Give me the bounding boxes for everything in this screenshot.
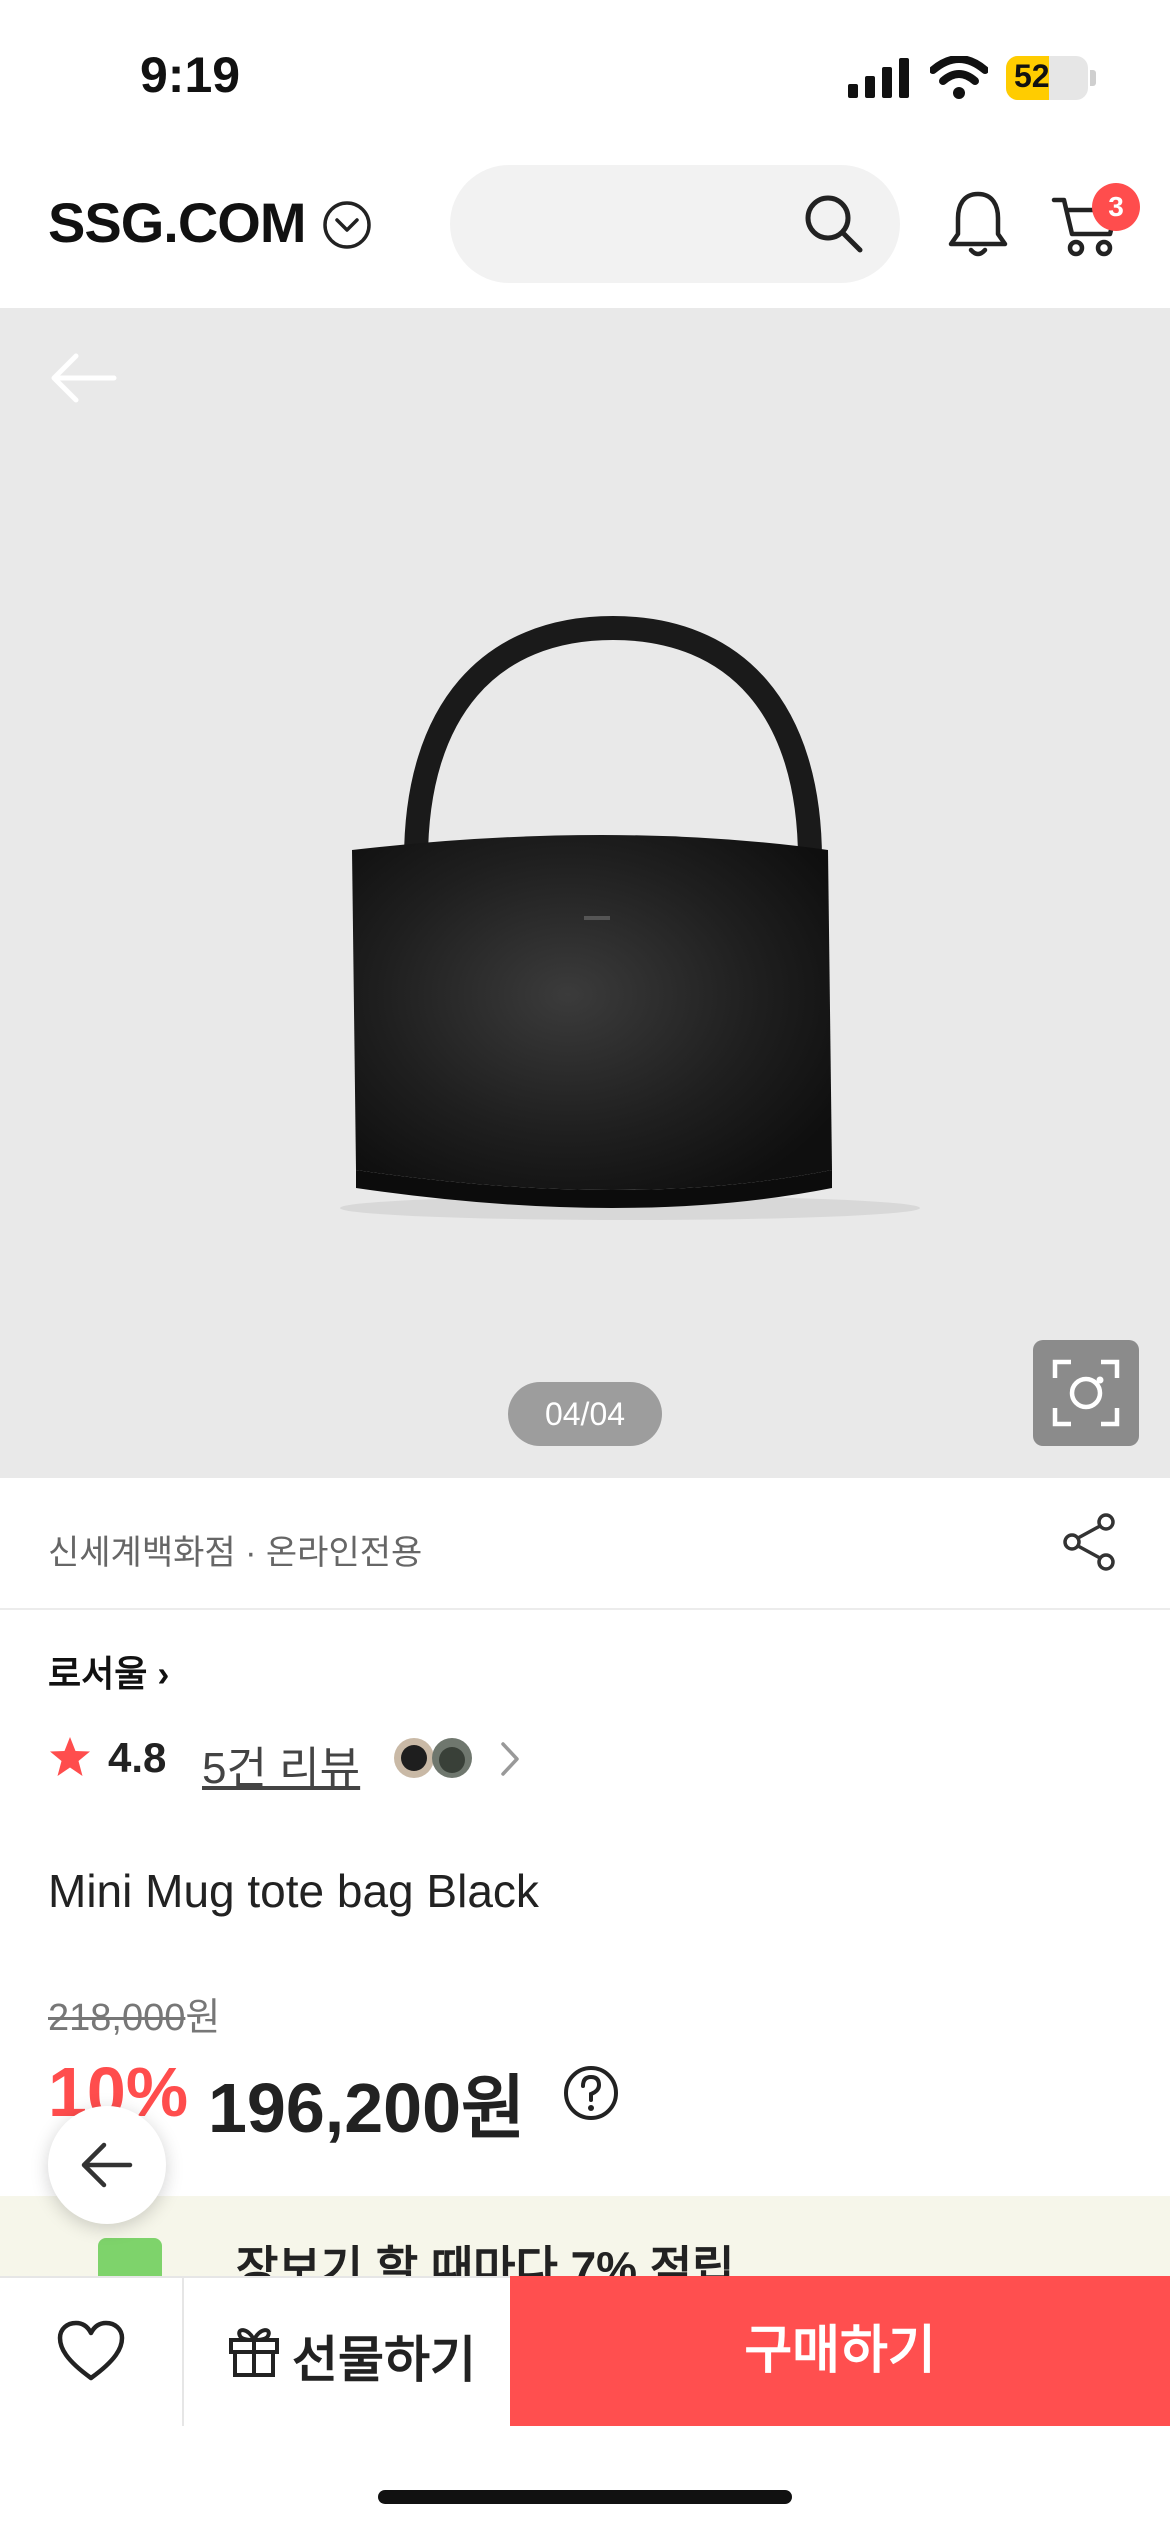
buy-button[interactable]: 구매하기: [510, 2276, 1170, 2426]
sale-price: 196,200원: [208, 2069, 526, 2147]
home-indicator: [378, 2490, 792, 2504]
image-counter: 04/04: [508, 1382, 662, 1446]
heart-icon: [57, 2320, 125, 2381]
back-arrow-icon: [81, 2142, 133, 2188]
wishlist-button[interactable]: [0, 2278, 184, 2426]
battery-nub: [1090, 70, 1096, 86]
site-logo[interactable]: SSG.COM: [48, 190, 306, 255]
back-arrow-icon[interactable]: [48, 350, 118, 406]
status-time: 9:19: [140, 47, 241, 103]
rating-value: 4.8: [108, 1734, 167, 1781]
tote-bag-image: [340, 615, 920, 1220]
chevron-right-icon[interactable]: [498, 1740, 522, 1778]
search-icon[interactable]: [800, 190, 868, 258]
chevron-down-icon[interactable]: [322, 200, 372, 250]
gift-label: 선물하기: [292, 2332, 476, 2388]
gift-icon: [229, 2328, 279, 2377]
share-icon[interactable]: [1062, 1512, 1118, 1572]
chevron-right-icon: ›: [157, 1653, 170, 1694]
brand-link[interactable]: 로서울 ›: [48, 1645, 169, 1697]
cart-count-badge: 3: [1092, 183, 1140, 231]
original-price-value: 218,000: [48, 1997, 186, 2039]
bell-icon[interactable]: [945, 188, 1011, 260]
signal-icon: [848, 58, 909, 98]
help-icon[interactable]: [562, 2064, 620, 2122]
star-icon: [50, 1737, 90, 1776]
review-count-link[interactable]: 5건 리뷰: [202, 1732, 360, 1796]
original-price-unit: 원: [185, 1997, 221, 2039]
seller-info: 신세계백화점 · 온라인전용: [48, 1534, 423, 1572]
original-price: 218,000원: [48, 1986, 220, 2041]
reviewer-thumbnails[interactable]: [392, 1736, 480, 1780]
brand-name: 로서울: [48, 1653, 148, 1694]
product-title: Mini Mug tote bag Black: [48, 1865, 539, 1917]
lens-search-button[interactable]: [1033, 1340, 1139, 1446]
battery-percent: 52: [1014, 58, 1050, 94]
floating-back-button[interactable]: [48, 2106, 166, 2224]
wifi-icon: [930, 56, 988, 99]
lens-icon: [1052, 1359, 1120, 1427]
